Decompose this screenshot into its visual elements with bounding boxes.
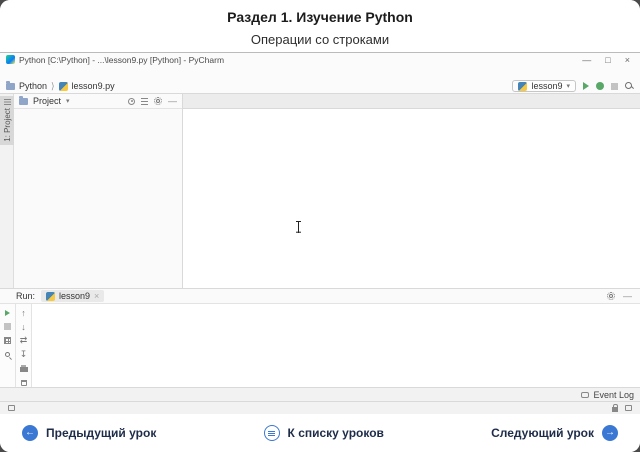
event-log-icon xyxy=(581,392,589,398)
folder-icon xyxy=(6,83,15,90)
stop-button[interactable] xyxy=(611,83,618,90)
scroll-to-end-icon[interactable]: ↧ xyxy=(20,350,28,359)
next-lesson-label: Следующий урок xyxy=(491,426,594,440)
menu-bar xyxy=(0,66,640,79)
run-actions-column xyxy=(0,304,16,387)
run-panel-header: Run: lesson9 × — xyxy=(0,289,640,304)
navigation-bar: Python ⟩ lesson9.py lesson9 ▾ xyxy=(0,79,640,94)
breadcrumb-separator: ⟩ xyxy=(51,81,55,92)
arrow-left-icon: ← xyxy=(22,425,38,441)
code-editor[interactable] xyxy=(183,109,640,288)
stop-process-button[interactable] xyxy=(4,323,11,330)
left-tool-stripe: 1: Project xyxy=(0,94,14,288)
tool-stripe-project-tab[interactable]: 1: Project xyxy=(0,96,14,145)
run-configuration-label: lesson9 xyxy=(531,81,562,91)
restore-layout-icon[interactable] xyxy=(4,337,11,344)
project-panel-header: Project ▾ — xyxy=(14,94,182,109)
pycharm-logo-icon xyxy=(6,55,15,64)
python-file-icon xyxy=(518,82,527,91)
gear-icon[interactable] xyxy=(154,97,162,105)
previous-lesson-label: Предыдущий урок xyxy=(46,426,156,440)
lesson-navigation: ← Предыдущий урок К списку уроков Следую… xyxy=(0,414,640,452)
clear-all-icon[interactable] xyxy=(21,380,27,386)
run-tab-label: lesson9 xyxy=(59,291,90,301)
previous-lesson-button[interactable]: ← Предыдущий урок xyxy=(22,425,156,441)
python-file-icon xyxy=(46,292,55,301)
project-tool-icon xyxy=(4,99,11,105)
hide-panel-icon[interactable]: — xyxy=(168,96,177,106)
list-icon xyxy=(264,425,280,441)
event-log-button[interactable]: Event Log xyxy=(581,390,634,400)
search-everywhere-icon[interactable] xyxy=(625,82,634,91)
down-stack-trace-icon[interactable]: ↓ xyxy=(21,322,26,331)
run-configuration-select[interactable]: lesson9 ▾ xyxy=(512,80,576,92)
project-stripe-label: 1: Project xyxy=(3,108,12,142)
arrow-right-icon: → xyxy=(602,425,618,441)
run-tool-window: Run: lesson9 × — xyxy=(0,288,640,387)
close-button[interactable]: × xyxy=(625,55,630,65)
python-file-icon xyxy=(59,82,68,91)
pycharm-window: Python [C:\Python] - ...\lesson9.py [Pyt… xyxy=(0,52,640,413)
lock-icon[interactable] xyxy=(612,407,618,412)
lesson-page: Раздел 1. Изучение Python Операции со ст… xyxy=(0,0,640,452)
mouse-cursor-ibeam xyxy=(295,221,302,233)
pin-tab-icon[interactable] xyxy=(5,352,10,357)
gear-icon[interactable] xyxy=(607,292,615,300)
locate-file-icon[interactable] xyxy=(128,98,135,105)
run-tab-lesson9[interactable]: lesson9 × xyxy=(41,290,104,302)
hide-panel-icon[interactable]: — xyxy=(623,291,632,301)
window-title: Python [C:\Python] - ...\lesson9.py [Pyt… xyxy=(19,55,582,65)
tool-window-bar: Event Log xyxy=(0,387,640,401)
event-log-label: Event Log xyxy=(593,390,634,400)
up-stack-trace-icon[interactable]: ↑ xyxy=(21,308,26,317)
console-actions-column: ↑ ↓ ⇄ ↧ xyxy=(16,304,32,387)
title-bar: Python [C:\Python] - ...\lesson9.py [Pyt… xyxy=(0,53,640,66)
chevron-down-icon: ▾ xyxy=(566,82,570,90)
project-panel-title: Project xyxy=(33,96,61,106)
print-icon[interactable] xyxy=(20,367,28,372)
tool-window-switcher-icon[interactable] xyxy=(8,405,15,411)
project-panel: Project ▾ — xyxy=(14,94,183,288)
close-icon[interactable]: × xyxy=(94,291,99,301)
breadcrumb-file[interactable]: lesson9.py xyxy=(72,81,115,91)
breadcrumb-project[interactable]: Python xyxy=(19,81,47,91)
lesson-list-button[interactable]: К списку уроков xyxy=(264,425,384,441)
rerun-button[interactable] xyxy=(5,310,10,316)
lesson-subtitle: Операции со строками xyxy=(0,32,640,47)
run-panel-label: Run: xyxy=(16,291,35,301)
project-tree xyxy=(14,109,182,110)
chevron-down-icon[interactable]: ▾ xyxy=(66,97,70,105)
maximize-button[interactable]: □ xyxy=(605,55,610,65)
section-title: Раздел 1. Изучение Python xyxy=(0,9,640,25)
status-bar xyxy=(0,401,640,414)
debug-button[interactable] xyxy=(596,82,604,90)
soft-wrap-icon[interactable]: ⇄ xyxy=(20,336,28,345)
run-console-output[interactable] xyxy=(32,304,640,387)
editor-pane xyxy=(183,94,640,288)
lesson-list-label: К списку уроков xyxy=(288,426,384,440)
next-lesson-button[interactable]: Следующий урок → xyxy=(491,425,618,441)
project-icon xyxy=(19,98,28,105)
collapse-all-icon[interactable] xyxy=(141,98,148,105)
indicator-icon[interactable] xyxy=(625,405,632,411)
lesson-header: Раздел 1. Изучение Python Операции со ст… xyxy=(0,0,640,52)
minimize-button[interactable]: — xyxy=(582,55,591,65)
run-button[interactable] xyxy=(583,82,589,90)
editor-tab-bar xyxy=(183,94,640,109)
main-area: 1: Project Project ▾ — xyxy=(0,94,640,288)
